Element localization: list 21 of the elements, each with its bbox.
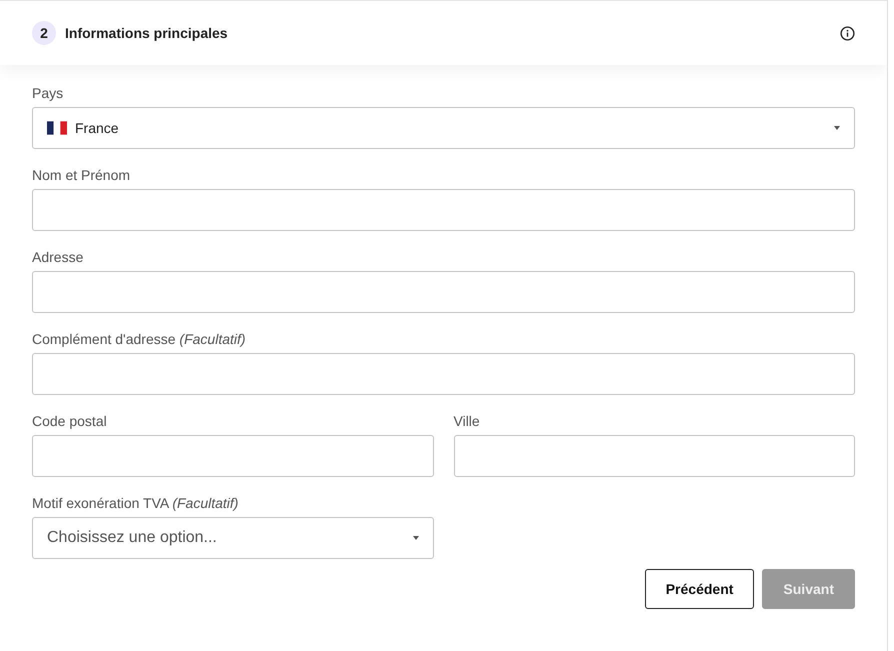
input-field[interactable] [32, 435, 434, 477]
field-label: Nom et Prénom [32, 167, 132, 183]
field-label: Pays [32, 85, 64, 101]
input-field[interactable] [32, 271, 855, 313]
field-label: Adresse [32, 249, 84, 265]
input-field[interactable] [32, 189, 855, 231]
input-field[interactable] [32, 353, 855, 395]
caret-icon [412, 536, 418, 540]
info-icon[interactable] [840, 26, 855, 40]
field-label: Ville [454, 413, 481, 429]
field-label: Code postal [32, 413, 108, 429]
flag-icon [47, 121, 67, 135]
caret-icon [834, 126, 840, 130]
select-field[interactable]: Choisissez une option... [32, 517, 434, 559]
field-label: Complément d'adresse (Facultatif) [32, 331, 247, 347]
step-number: 2 [32, 21, 56, 45]
section-title: Informations principales [65, 25, 228, 41]
country-select[interactable]: France [32, 107, 855, 149]
input-field[interactable] [454, 435, 855, 477]
previous-button[interactable]: Précédent [644, 569, 754, 609]
field-label: Motif exonération TVA (Facultatif) [32, 495, 240, 511]
